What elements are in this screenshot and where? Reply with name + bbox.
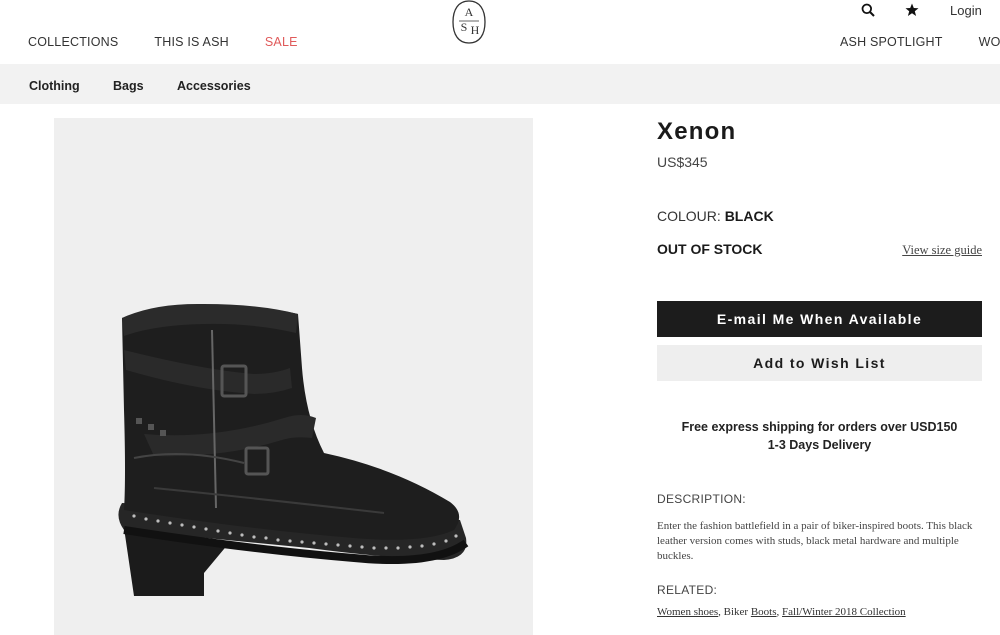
stock-status: OUT OF STOCK [657, 241, 763, 257]
related-link-women-shoes[interactable]: Women shoes [657, 606, 718, 618]
site-header: COLLECTIONS THIS IS ASH SALE A S H Login… [0, 0, 1000, 64]
shipping-line-1: Free express shipping for orders over US… [681, 420, 958, 434]
add-to-wishlist-button[interactable]: Add to Wish List [657, 345, 982, 381]
colour-label: COLOUR: [657, 208, 721, 224]
nav-collections[interactable]: COLLECTIONS [28, 35, 118, 49]
nav-this-is-ash[interactable]: THIS IS ASH [154, 35, 228, 49]
product-title: Xenon [657, 118, 737, 145]
related-link-fw2018[interactable]: Fall/Winter 2018 Collection [782, 606, 906, 618]
svg-text:H: H [471, 23, 480, 37]
primary-nav: COLLECTIONS THIS IS ASH SALE [28, 35, 334, 49]
shipping-line-2: 1-3 Days Delivery [767, 438, 872, 452]
subnav-clothing[interactable]: Clothing [29, 79, 80, 93]
description-text: Enter the fashion battlefield in a pair … [657, 520, 973, 562]
nav-sale[interactable]: SALE [265, 35, 298, 49]
header-utility: Login [858, 2, 982, 18]
email-when-available-button[interactable]: E-mail Me When Available [657, 301, 982, 337]
subnav-bags[interactable]: Bags [113, 79, 144, 93]
login-link[interactable]: Login [950, 3, 982, 18]
category-subnav: Clothing Bags Accessories [0, 64, 1000, 104]
svg-text:S: S [461, 20, 468, 34]
colour-value: BLACK [724, 208, 774, 224]
colour-line: COLOUR: BLACK [657, 208, 774, 224]
shipping-info: Free express shipping for orders over US… [657, 418, 982, 454]
star-icon[interactable] [902, 2, 922, 18]
related-label: RELATED: [657, 583, 718, 597]
related-link-boots[interactable]: Boots [751, 606, 777, 618]
secondary-nav: ASH SPOTLIGHT WORLD [840, 35, 1000, 49]
svg-text:A: A [465, 5, 474, 19]
product-price: US$345 [657, 154, 708, 170]
nav-ash-spotlight[interactable]: ASH SPOTLIGHT [840, 35, 943, 49]
size-guide-link[interactable]: View size guide [902, 243, 982, 258]
ash-logo[interactable]: A S H [450, 0, 488, 44]
related-links: Women shoes, Biker Boots, Fall/Winter 20… [657, 606, 906, 618]
related-separator: , Biker [718, 606, 751, 618]
nav-world[interactable]: WORLD [979, 35, 1000, 49]
subnav-accessories[interactable]: Accessories [177, 79, 251, 93]
ash-logo-mark: A S H [452, 0, 486, 44]
search-icon[interactable] [858, 2, 878, 18]
description-label: DESCRIPTION: [657, 492, 746, 506]
biker-boot-image [118, 303, 469, 596]
product-image[interactable] [54, 118, 533, 635]
